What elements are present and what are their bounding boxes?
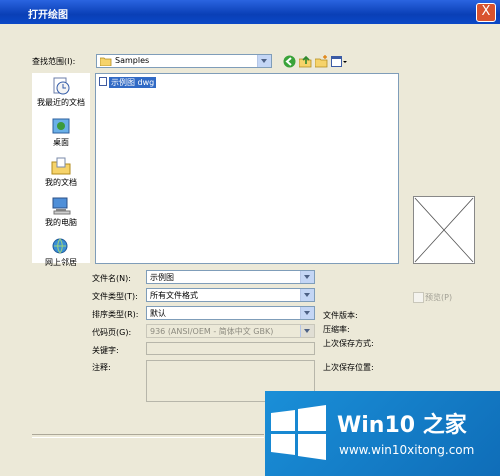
place-label: 我最近的文档 xyxy=(37,98,85,107)
recent-documents-icon xyxy=(53,77,70,95)
my-computer-icon xyxy=(52,197,71,215)
windows-logo-icon xyxy=(271,405,326,460)
look-in-label: 查找范围(I): xyxy=(32,57,76,66)
look-in-value: Samples xyxy=(115,56,150,65)
network-places-icon xyxy=(52,238,68,254)
window-title: 打开绘图 xyxy=(28,10,68,21)
filename-field[interactable]: 示例图 xyxy=(146,270,315,284)
codepage-dropdown: 936 (ANSI/OEM - 简体中文 GBK) xyxy=(146,324,315,338)
list-item[interactable]: 示例图 dwg xyxy=(99,77,157,88)
place-label: 网上邻居 xyxy=(45,258,77,267)
chevron-down-icon[interactable] xyxy=(300,271,314,283)
filename-value: 示例图 xyxy=(150,273,174,282)
place-my-computer[interactable]: 我的电脑 xyxy=(32,197,90,228)
sorttype-label: 排序类型(R): xyxy=(92,310,139,319)
places-bar: 我最近的文档 桌面 我的文档 我的电脑 网上邻居 xyxy=(32,73,90,267)
my-documents-icon xyxy=(51,157,71,175)
place-label: 我的电脑 xyxy=(45,218,77,227)
file-name: 示例图 dwg xyxy=(109,77,157,88)
codepage-value: 936 (ANSI/OEM - 简体中文 GBK) xyxy=(150,327,274,336)
last-saved-by-label: 上次保存方式: xyxy=(323,339,374,348)
views-menu-icon[interactable] xyxy=(331,55,347,68)
last-saved-location-label: 上次保存位置: xyxy=(323,363,374,372)
watermark-banner: Win10 之家 www.win10xitong.com xyxy=(265,391,500,476)
place-label: 桌面 xyxy=(53,138,69,147)
compression-label: 压缩率: xyxy=(323,325,350,334)
new-folder-icon[interactable] xyxy=(315,55,328,68)
sorttype-value: 默认 xyxy=(150,309,166,318)
keywords-field xyxy=(146,342,315,355)
place-desktop[interactable]: 桌面 xyxy=(32,117,90,148)
up-folder-icon[interactable] xyxy=(299,55,312,68)
filetype-label: 文件类型(T): xyxy=(92,292,138,301)
folder-icon xyxy=(100,57,112,66)
comments-label: 注释: xyxy=(92,363,111,372)
look-in-dropdown[interactable]: Samples xyxy=(96,54,272,68)
codepage-label: 代码页(G): xyxy=(92,328,132,337)
watermark-site: www.win10xitong.com xyxy=(339,443,475,457)
place-network[interactable]: 网上邻居 xyxy=(32,237,90,268)
place-recent-documents[interactable]: 我最近的文档 xyxy=(32,77,90,108)
back-icon[interactable] xyxy=(283,55,296,68)
close-button[interactable]: X xyxy=(476,3,496,22)
file-version-label: 文件版本: xyxy=(323,311,358,320)
place-label: 我的文档 xyxy=(45,178,77,187)
watermark-title: Win10 之家 xyxy=(337,413,467,438)
preview-label: 预览(P) xyxy=(425,293,453,302)
place-my-documents[interactable]: 我的文档 xyxy=(32,157,90,188)
keywords-label: 关键字: xyxy=(92,346,119,355)
chevron-down-icon[interactable] xyxy=(300,289,314,301)
file-list[interactable]: 示例图 dwg xyxy=(95,73,399,264)
preview-box xyxy=(413,196,475,264)
desktop-icon xyxy=(52,118,70,134)
title-bar: 打开绘图 X xyxy=(0,0,500,24)
chevron-down-icon[interactable] xyxy=(257,55,271,67)
filetype-dropdown[interactable]: 所有文件格式 xyxy=(146,288,315,302)
preview-checkbox[interactable] xyxy=(413,292,424,303)
filetype-value: 所有文件格式 xyxy=(150,291,198,300)
chevron-down-icon[interactable] xyxy=(300,307,314,319)
dwg-file-icon xyxy=(99,77,107,86)
chevron-down-icon xyxy=(300,325,314,337)
filename-label: 文件名(N): xyxy=(92,274,131,283)
divider xyxy=(32,434,264,438)
sorttype-dropdown[interactable]: 默认 xyxy=(146,306,315,320)
